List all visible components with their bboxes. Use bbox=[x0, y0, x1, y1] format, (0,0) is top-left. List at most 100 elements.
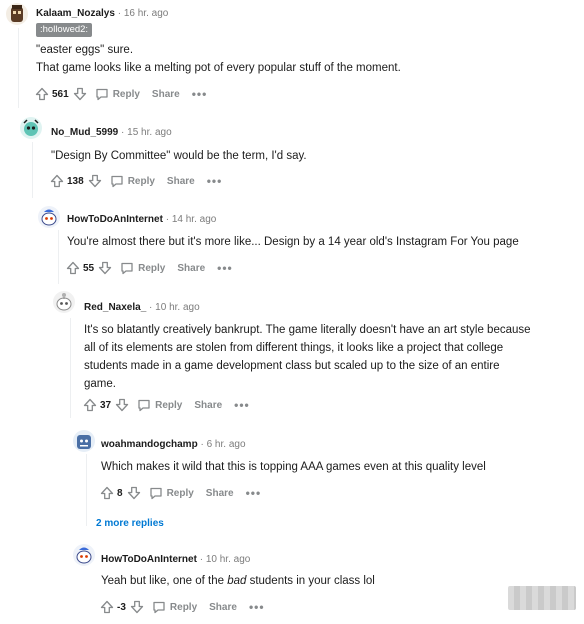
share-button[interactable]: Share bbox=[202, 488, 234, 499]
share-button[interactable]: Share bbox=[148, 89, 180, 100]
comment-line: Which makes it wild that this is topping… bbox=[101, 461, 486, 473]
comment-line: all of its elements are stolen from diff… bbox=[84, 342, 504, 354]
share-label: Share bbox=[209, 601, 237, 613]
share-label: Share bbox=[194, 399, 223, 411]
username[interactable]: No_Mud_5999 bbox=[51, 127, 118, 138]
username[interactable]: woahmandogchamp bbox=[101, 439, 198, 450]
timestamp[interactable]: 14 hr. ago bbox=[172, 214, 216, 225]
timestamp[interactable]: 15 hr. ago bbox=[127, 127, 171, 138]
user-avatar[interactable] bbox=[20, 117, 42, 139]
comment-actions: 8 Reply Share ••• bbox=[100, 483, 261, 503]
avatar-icon bbox=[11, 5, 23, 22]
avatar-icon bbox=[76, 547, 92, 564]
reply-button[interactable]: Reply bbox=[149, 486, 194, 500]
reply-button[interactable]: Reply bbox=[137, 398, 182, 412]
reply-label: Reply bbox=[166, 487, 194, 499]
upvote-icon[interactable] bbox=[83, 398, 97, 412]
avatar-icon bbox=[56, 293, 72, 311]
user-avatar[interactable] bbox=[53, 291, 75, 313]
upvote-icon[interactable] bbox=[50, 174, 64, 188]
comment-meta: Red_Naxela_ · 10 hr. ago bbox=[84, 302, 200, 314]
comment-bubble-icon bbox=[95, 87, 109, 101]
share-button[interactable]: Share bbox=[190, 400, 222, 411]
timestamp[interactable]: 16 hr. ago bbox=[124, 8, 168, 19]
reply-button[interactable]: Reply bbox=[152, 600, 197, 614]
reply-label: Reply bbox=[169, 601, 198, 613]
username[interactable]: Red_Naxela_ bbox=[84, 302, 146, 313]
user-avatar[interactable] bbox=[38, 206, 60, 228]
share-label: Share bbox=[177, 262, 206, 274]
comment-actions: 55 Reply Share ••• bbox=[66, 258, 233, 278]
share-button[interactable]: Share bbox=[163, 176, 195, 187]
thread-line[interactable] bbox=[86, 454, 87, 526]
comment-meta: woahmandogchamp · 6 hr. ago bbox=[101, 439, 246, 451]
separator: · bbox=[200, 439, 204, 450]
share-button[interactable]: Share bbox=[205, 602, 237, 613]
more-options-icon[interactable]: ••• bbox=[234, 399, 250, 411]
comment-text: Yeah but like, one of the bbox=[101, 575, 228, 587]
vote-count: -3 bbox=[117, 601, 126, 613]
more-replies-link[interactable]: 2 more replies bbox=[96, 518, 164, 529]
reply-button[interactable]: Reply bbox=[120, 261, 165, 275]
more-options-icon[interactable]: ••• bbox=[207, 175, 223, 187]
downvote-icon[interactable] bbox=[73, 87, 87, 101]
comment-meta: HowToDoAnInternet · 10 hr. ago bbox=[101, 554, 250, 566]
share-label: Share bbox=[205, 487, 234, 499]
user-avatar[interactable] bbox=[73, 544, 95, 566]
downvote-icon[interactable] bbox=[115, 398, 129, 412]
more-options-icon[interactable]: ••• bbox=[246, 487, 262, 499]
comment-line: "easter eggs" sure. bbox=[36, 44, 134, 56]
comment-body: You're almost there but it's more like..… bbox=[67, 233, 519, 251]
upvote-icon[interactable] bbox=[66, 261, 80, 275]
more-options-icon[interactable]: ••• bbox=[249, 601, 265, 613]
timestamp[interactable]: 6 hr. ago bbox=[207, 439, 246, 450]
comment-bubble-icon bbox=[110, 174, 124, 188]
upvote-icon[interactable] bbox=[100, 486, 114, 500]
share-label: Share bbox=[151, 88, 180, 100]
separator: · bbox=[121, 127, 125, 138]
separator: · bbox=[199, 554, 204, 565]
reply-label: Reply bbox=[112, 88, 140, 100]
comment-line: game. bbox=[84, 378, 116, 390]
more-options-icon[interactable]: ••• bbox=[192, 88, 208, 100]
comment-actions: 37 Reply Share ••• bbox=[83, 395, 250, 415]
share-button[interactable]: Share bbox=[173, 263, 205, 274]
vote-count: 55 bbox=[83, 262, 95, 274]
user-avatar[interactable] bbox=[73, 430, 95, 452]
separator: · bbox=[117, 8, 122, 19]
username[interactable]: HowToDoAnInternet bbox=[67, 214, 163, 225]
reply-button[interactable]: Reply bbox=[110, 174, 155, 188]
comment-meta: HowToDoAnInternet · 14 hr. ago bbox=[67, 214, 216, 226]
comment-body: "easter eggs" sure. That game looks like… bbox=[36, 41, 401, 77]
upvote-icon[interactable] bbox=[100, 600, 114, 614]
downvote-icon[interactable] bbox=[88, 174, 102, 188]
comment-actions: 138 Reply Share ••• bbox=[50, 171, 222, 191]
thread-line[interactable] bbox=[18, 28, 19, 108]
avatar-icon bbox=[77, 435, 91, 449]
thread-line[interactable] bbox=[32, 142, 33, 198]
vote-count: 138 bbox=[67, 175, 84, 187]
username[interactable]: Kalaam_Nozalys bbox=[36, 8, 115, 19]
comment-meta: No_Mud_5999 · 15 hr. ago bbox=[51, 127, 172, 139]
reply-button[interactable]: Reply bbox=[95, 87, 140, 101]
avatar-icon bbox=[23, 119, 39, 136]
timestamp[interactable]: 10 hr. ago bbox=[155, 302, 199, 313]
downvote-icon[interactable] bbox=[130, 600, 144, 614]
comment-actions: -3 Reply Share ••• bbox=[100, 597, 265, 617]
comment-body: It's so blatantly creatively bankrupt. T… bbox=[84, 321, 531, 393]
vote-count: 561 bbox=[52, 88, 69, 100]
thread-line[interactable] bbox=[58, 230, 59, 284]
reply-label: Reply bbox=[138, 262, 166, 274]
user-avatar[interactable] bbox=[6, 3, 28, 25]
vote-count: 37 bbox=[100, 399, 112, 411]
upvote-icon[interactable] bbox=[35, 87, 49, 101]
downvote-icon[interactable] bbox=[98, 261, 112, 275]
comment-body: Which makes it wild that this is topping… bbox=[101, 458, 486, 476]
downvote-icon[interactable] bbox=[127, 486, 141, 500]
comment-emphasis: bad bbox=[227, 575, 247, 587]
timestamp[interactable]: 10 hr. ago bbox=[206, 554, 250, 565]
comment-line: You're almost there but it's more like..… bbox=[67, 236, 519, 248]
more-options-icon[interactable]: ••• bbox=[217, 262, 233, 274]
username[interactable]: HowToDoAnInternet bbox=[101, 554, 197, 565]
thread-line[interactable] bbox=[70, 318, 71, 418]
